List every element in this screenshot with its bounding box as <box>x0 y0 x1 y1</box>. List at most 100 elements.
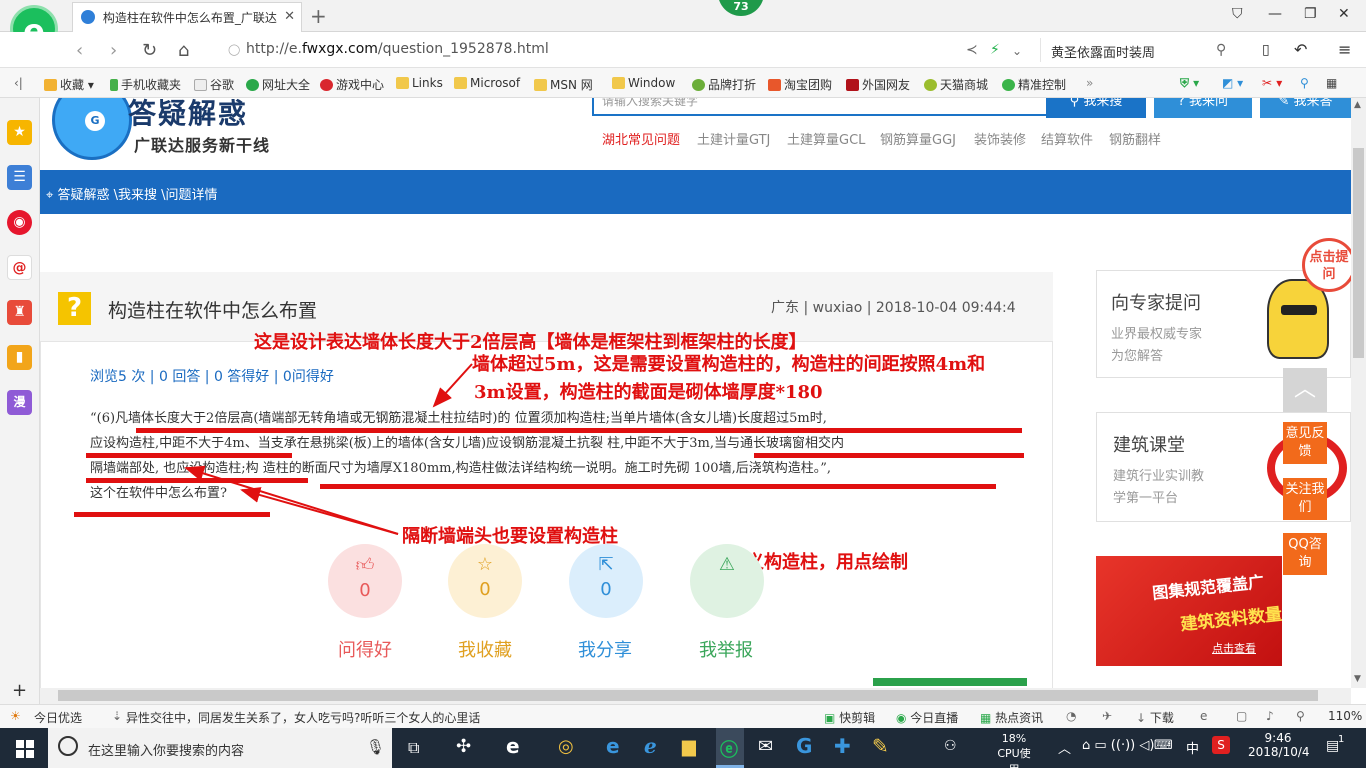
quick-edit[interactable]: ▣ 快剪辑 <box>824 709 875 726</box>
microphone-icon[interactable]: 🎙︎ <box>366 738 385 756</box>
favorite-label[interactable]: 我收藏 <box>440 636 530 662</box>
edge-icon[interactable]: e <box>606 734 620 758</box>
ad-button[interactable]: 点击查看 <box>1212 640 1256 656</box>
close-window-button[interactable]: ✕ <box>1338 6 1350 22</box>
translate-icon[interactable]: ◩ ▾ <box>1222 76 1243 90</box>
bookmark-msn[interactable]: MSN 网 <box>534 76 593 93</box>
zoom-icon[interactable]: ⚲ <box>1296 709 1305 723</box>
browser-search-input[interactable]: 黄圣依露面时装周 <box>1040 38 1240 62</box>
download[interactable]: ↓ 下载 <box>1136 709 1174 726</box>
menu-icon[interactable]: ≡ <box>1338 40 1351 59</box>
home-icon[interactable]: ⌂ <box>178 40 189 61</box>
fan-icon[interactable]: ✣ <box>456 736 471 757</box>
share-icon[interactable]: ≺ <box>966 42 978 58</box>
star-icon[interactable]: ★ <box>7 120 32 145</box>
bookmark-google[interactable]: 谷歌 <box>194 76 234 93</box>
bookmark-precise[interactable]: 精准控制 <box>1002 76 1066 93</box>
book-icon[interactable]: ▮ <box>7 345 32 370</box>
people-icon[interactable]: ⚇ <box>944 738 957 754</box>
ie-icon[interactable]: e <box>1200 709 1207 723</box>
report-label[interactable]: 我举报 <box>681 636 771 662</box>
zoom-level[interactable]: 110% <box>1328 709 1362 723</box>
bookmark-microsoft[interactable]: Microsof <box>454 76 520 90</box>
game-icon[interactable]: ♜ <box>7 300 32 325</box>
forward-icon[interactable]: › <box>110 40 117 61</box>
bookmark-taobao[interactable]: 淘宝团购 <box>768 76 832 93</box>
today-picks[interactable]: 今日优选 <box>34 709 82 726</box>
share-button[interactable]: ⇱ 0 <box>569 544 643 618</box>
horizontal-scrollbar-thumb[interactable] <box>58 690 1318 701</box>
scroll-up-icon[interactable]: ▲ <box>1354 100 1361 110</box>
bookmark-mobile[interactable]: 手机收藏夹 <box>110 76 181 93</box>
tray-icons[interactable]: ⌂ ▭ ((·)) ◁) <box>1082 738 1154 753</box>
ask-bubble[interactable]: 点击提问 <box>1302 238 1351 292</box>
back-to-top-button[interactable]: ︿ <box>1283 368 1327 412</box>
follow-button[interactable]: 关注我们 <box>1283 478 1327 520</box>
tray-chevron-icon[interactable]: ︿ <box>1058 738 1071 757</box>
shield-icon[interactable]: ⛨ ▾ <box>1180 76 1199 91</box>
chevron-down-icon[interactable]: ⌄ <box>1012 44 1022 58</box>
favorite-button[interactable]: ☆ 0 <box>448 544 522 618</box>
scroll-down-icon[interactable]: ▼ <box>1354 674 1361 684</box>
folder-icon[interactable]: ▆ <box>682 736 696 757</box>
share-label[interactable]: 我分享 <box>560 636 650 662</box>
comic-icon[interactable]: 漫 <box>7 390 32 415</box>
qq-consult-button[interactable]: QQ咨询 <box>1283 533 1327 575</box>
notification-badge[interactable]: 73 <box>718 0 764 16</box>
add-icon[interactable]: + <box>12 680 27 701</box>
bookmark-tmall[interactable]: 天猫商城 <box>924 76 988 93</box>
edge-legacy-icon[interactable]: e <box>506 734 520 758</box>
news-icon[interactable]: ☰ <box>7 165 32 190</box>
bookmark-hao[interactable]: 网址大全 <box>246 76 310 93</box>
bookmark-foreign[interactable]: 外国网友 <box>846 76 910 93</box>
like-label[interactable]: 问得好 <box>320 636 410 662</box>
more-bookmarks-icon[interactable]: » <box>1086 76 1093 90</box>
today-live[interactable]: ◉ 今日直播 <box>896 709 958 726</box>
tab-active[interactable]: 构造柱在软件中怎么布置_广联达 ✕ <box>72 2 302 32</box>
news-ticker[interactable]: 异性交往中，同居发生关系了，女人吃亏吗?听听三个女人的心里话 <box>126 709 480 726</box>
mail-icon[interactable]: @ <box>7 255 32 280</box>
bookmark-favorites[interactable]: 收藏 ▾ <box>44 76 94 93</box>
new-tab-button[interactable]: + <box>310 4 327 28</box>
keyboard-icon[interactable]: ⌨ <box>1154 738 1173 753</box>
task-view-icon[interactable]: ⧉ <box>408 738 419 758</box>
feedback-button[interactable]: 意见反馈 <box>1283 422 1327 464</box>
ime-indicator[interactable]: 中 <box>1186 738 1199 757</box>
plus-app-icon[interactable]: ✚ <box>834 734 851 758</box>
restore-button[interactable]: ❐ <box>1304 6 1317 22</box>
bookmark-brand[interactable]: 品牌打折 <box>692 76 756 93</box>
tab-close-icon[interactable]: ✕ <box>284 9 295 24</box>
taskbar-search[interactable]: 在这里输入你要搜索的内容 🎙︎ <box>48 728 392 768</box>
windows-start-icon[interactable] <box>16 740 34 758</box>
lightning-icon[interactable]: ⚡ <box>990 42 1000 58</box>
bookmark-games[interactable]: 游戏中心 <box>320 76 384 93</box>
undo-icon[interactable]: ↶ <box>1294 40 1307 59</box>
sogou-icon[interactable]: S <box>1212 736 1230 754</box>
spiral-icon[interactable]: ◎ <box>558 736 574 757</box>
scissors-icon[interactable]: ✂ ▾ <box>1262 76 1282 90</box>
sidebar-toggle-icon[interactable]: ‹| <box>14 76 23 90</box>
weibo-icon[interactable]: ◉ <box>7 210 32 235</box>
like-button[interactable]: 👍︎ 0 <box>328 544 402 618</box>
search-icon[interactable]: ⚲ <box>1216 42 1226 58</box>
speed-icon[interactable]: ◔ <box>1066 709 1076 723</box>
apps-icon[interactable]: ▦ <box>1326 76 1337 90</box>
minimize-button[interactable]: — <box>1268 6 1282 22</box>
vertical-scrollbar-thumb[interactable] <box>1353 148 1364 358</box>
mail-taskbar-icon[interactable]: ✉ <box>758 736 773 757</box>
back-icon[interactable]: ‹ <box>76 40 83 61</box>
cpu-usage[interactable]: 18% CPU使用 <box>992 732 1036 777</box>
clock[interactable]: 9:46 2018/10/4 <box>1248 731 1310 759</box>
g-app-icon[interactable]: G <box>796 734 812 758</box>
bookmark-windows[interactable]: Window <box>612 76 675 90</box>
bookmark-links[interactable]: Links <box>396 76 443 90</box>
address-bar[interactable]: http://e.fwxgx.com/question_1952878.html <box>246 41 549 57</box>
ad-banner[interactable]: 图集规范覆盖广 建筑资料数量多 点击查看 <box>1096 556 1282 666</box>
sound-icon[interactable]: ♪ <box>1266 709 1274 723</box>
active-browser-task[interactable]: ⓔ <box>716 728 744 768</box>
window-icon[interactable]: ▢ <box>1236 709 1247 723</box>
report-button[interactable]: ⚠ <box>690 544 764 618</box>
ie-taskbar-icon[interactable]: ℯ <box>644 734 657 758</box>
hot-news[interactable]: ▦ 热点资讯 <box>980 709 1043 726</box>
note-app-icon[interactable]: ✎ <box>872 734 889 758</box>
